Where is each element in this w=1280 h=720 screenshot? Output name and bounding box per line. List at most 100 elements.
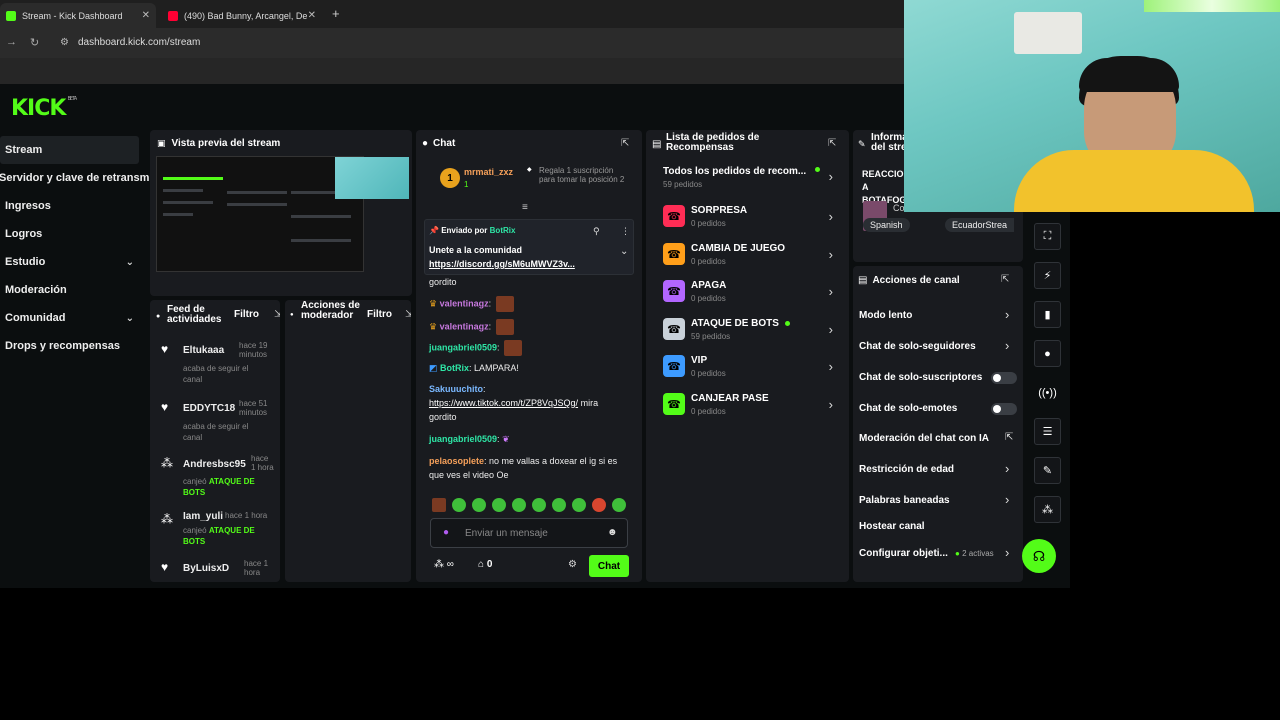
action-goals[interactable]: Configurar objeti... — [859, 548, 1019, 559]
document-icon[interactable]: ▮ — [1034, 301, 1061, 328]
feed-filter-button[interactable]: Filtro — [234, 309, 259, 320]
chevron-right-icon[interactable]: › — [1005, 492, 1009, 507]
tag-chip[interactable]: EcuadorStrea — [945, 218, 1015, 232]
sidebar-item-stream[interactable]: Stream — [0, 136, 139, 164]
close-icon[interactable]: ✕ — [308, 10, 316, 21]
gift-text[interactable]: Regala 1 suscripción para tomar la posic… — [539, 166, 625, 184]
rewards-all-item[interactable]: Todos los pedidos de recom... 59 pedidos… — [663, 166, 833, 196]
sidebar-item-server[interactable]: Servidor y clave de retransmisión — [0, 164, 175, 192]
close-icon[interactable]: ✕ — [142, 10, 150, 21]
message-user[interactable]: valentinagz — [440, 298, 489, 308]
tag-chip[interactable]: Spanish — [863, 218, 910, 232]
message-user[interactable]: Sakuuuchito — [429, 384, 483, 394]
action-ai-moderation[interactable]: Moderación del chat con IA — [859, 433, 1019, 444]
kick-logo[interactable]: KICK BETA — [11, 96, 77, 121]
feed-user[interactable]: ByLuisxD — [183, 563, 229, 574]
feed-user[interactable]: EDDYTC18 — [183, 403, 235, 414]
action-banned-words[interactable]: Palabras baneadas — [859, 495, 1019, 506]
subscribers-only-toggle[interactable] — [991, 372, 1017, 384]
sidebar-item-ingresos[interactable]: Ingresos — [0, 192, 146, 220]
microphone-icon[interactable]: ● — [443, 527, 449, 538]
sidebar-item-comunidad[interactable]: Comunidad ⌄ — [0, 304, 146, 332]
focus-icon[interactable]: ⛶ — [1034, 223, 1061, 250]
browser-tab-youtube[interactable]: (490) Bad Bunny, Arcangel, De ✕ — [162, 3, 322, 28]
lightning-icon[interactable]: ⚡ — [1034, 262, 1061, 289]
points-display[interactable]: ⌂ 0 — [478, 559, 492, 570]
more-icon[interactable]: ⋮ — [621, 226, 630, 237]
filter-icon[interactable]: ≡ — [522, 202, 528, 213]
feed-user[interactable]: Iam_yuli — [183, 511, 223, 522]
emote-icon[interactable] — [552, 498, 566, 512]
gear-icon[interactable]: ⚙ — [568, 559, 577, 570]
message-user[interactable]: juangabriel0509 — [429, 434, 497, 444]
pinned-link[interactable]: https://discord.gg/sM6uMWVZ3v... — [429, 259, 575, 269]
browser-tab-kick[interactable]: Stream - Kick Dashboard ✕ — [0, 3, 156, 28]
url-field[interactable]: dashboard.kick.com/stream — [78, 37, 200, 48]
chat-input[interactable]: ● Enviar un mensaje ☻ — [430, 518, 628, 548]
forward-icon[interactable]: → — [6, 36, 17, 48]
chevron-right-icon[interactable]: › — [1005, 461, 1009, 476]
popout-icon[interactable]: ⇲ — [274, 309, 280, 320]
support-headset-icon[interactable]: ☊ — [1022, 539, 1056, 573]
mod-filter-button[interactable]: Filtro — [367, 309, 392, 320]
emote-icon[interactable] — [452, 498, 466, 512]
external-link-icon[interactable]: ⇱ — [1005, 432, 1013, 443]
emoji-icon[interactable]: ☻ — [607, 527, 618, 538]
emotes-only-toggle[interactable] — [991, 403, 1017, 415]
popout-icon[interactable]: ⇱ — [1001, 274, 1009, 285]
pinned-user[interactable]: BotRix — [490, 226, 516, 235]
popout-icon[interactable]: ⇱ — [621, 138, 629, 149]
popout-icon[interactable]: ⇱ — [828, 138, 836, 149]
action-slow-mode[interactable]: Modo lento — [859, 310, 1019, 321]
emote-icon[interactable] — [472, 498, 486, 512]
stream-preview-video[interactable] — [156, 156, 409, 272]
broadcast-icon[interactable]: ((•)) — [1034, 379, 1061, 406]
emote-icon[interactable] — [512, 498, 526, 512]
action-age-restriction[interactable]: Restricción de edad — [859, 464, 1019, 475]
action-host-channel[interactable]: Hostear canal — [859, 521, 1019, 532]
message-user[interactable]: valentinagz — [440, 321, 489, 331]
gift-user[interactable]: mrmati_zxz — [464, 167, 513, 177]
pin-icon[interactable]: ⚲ — [593, 226, 600, 237]
sidebar-item-drops[interactable]: Drops y recompensas — [0, 332, 146, 360]
emote-icon[interactable] — [492, 498, 506, 512]
emote-icon[interactable] — [572, 498, 586, 512]
reward-item[interactable]: ☎ VIP 0 pedidos › — [663, 353, 833, 387]
chat-bubble-icon[interactable]: ● — [1034, 340, 1061, 367]
popout-icon[interactable]: ⇲ — [405, 309, 411, 320]
chevron-right-icon[interactable]: › — [1005, 545, 1009, 560]
sidebar-item-logros[interactable]: Logros — [0, 220, 146, 248]
drops-icon[interactable]: ⁂ ∞ — [434, 559, 454, 570]
edit-icon[interactable]: ✎ — [858, 139, 866, 150]
drag-handle-icon[interactable]: ● — [290, 312, 294, 318]
emote-icon[interactable] — [612, 498, 626, 512]
emote-icon[interactable] — [532, 498, 546, 512]
reward-item[interactable]: ☎ SORPRESA 0 pedidos › — [663, 203, 833, 237]
reload-icon[interactable]: ↻ — [30, 36, 39, 49]
reward-item[interactable]: ☎ ATAQUE DE BOTS 59 pedidos › — [663, 316, 833, 350]
reward-item[interactable]: ☎ CAMBIA DE JUEGO 0 pedidos › — [663, 241, 833, 275]
drag-handle-icon[interactable]: ● — [156, 313, 160, 320]
send-chat-button[interactable]: Chat — [589, 555, 629, 577]
message-user[interactable]: juangabriel0509 — [429, 342, 497, 352]
message-link[interactable]: https://www.tiktok.com/t/ZP8VqJSQg/ — [429, 398, 578, 408]
list-icon[interactable]: ☰ — [1034, 418, 1061, 445]
community-icon[interactable]: ⁂ — [1034, 496, 1061, 523]
sidebar-item-moderacion[interactable]: Moderación — [0, 276, 146, 304]
wrench-icon[interactable]: ✎ — [1034, 457, 1061, 484]
chevron-right-icon[interactable]: › — [1005, 338, 1009, 353]
chevron-down-icon[interactable]: ⌄ — [620, 246, 628, 257]
message-user[interactable]: pelaosoplete — [429, 456, 484, 466]
feed-user[interactable]: Eltukaaa — [183, 345, 224, 356]
reward-item[interactable]: ☎ CANJEAR PASE 0 pedidos › — [663, 391, 833, 425]
feed-user[interactable]: Andresbsc95 — [183, 459, 246, 470]
chevron-right-icon[interactable]: › — [1005, 307, 1009, 322]
site-settings-icon[interactable]: ⚙ — [60, 37, 69, 48]
emote-icon[interactable] — [432, 498, 446, 512]
new-tab-icon[interactable]: + — [332, 6, 340, 21]
sidebar-item-estudio[interactable]: Estudio ⌄ — [0, 248, 146, 276]
emote-icon[interactable] — [592, 498, 606, 512]
message-user[interactable]: BotRix — [440, 363, 469, 373]
action-followers-only[interactable]: Chat de solo-seguidores — [859, 341, 1019, 352]
reward-item[interactable]: ☎ APAGA 0 pedidos › — [663, 278, 833, 312]
